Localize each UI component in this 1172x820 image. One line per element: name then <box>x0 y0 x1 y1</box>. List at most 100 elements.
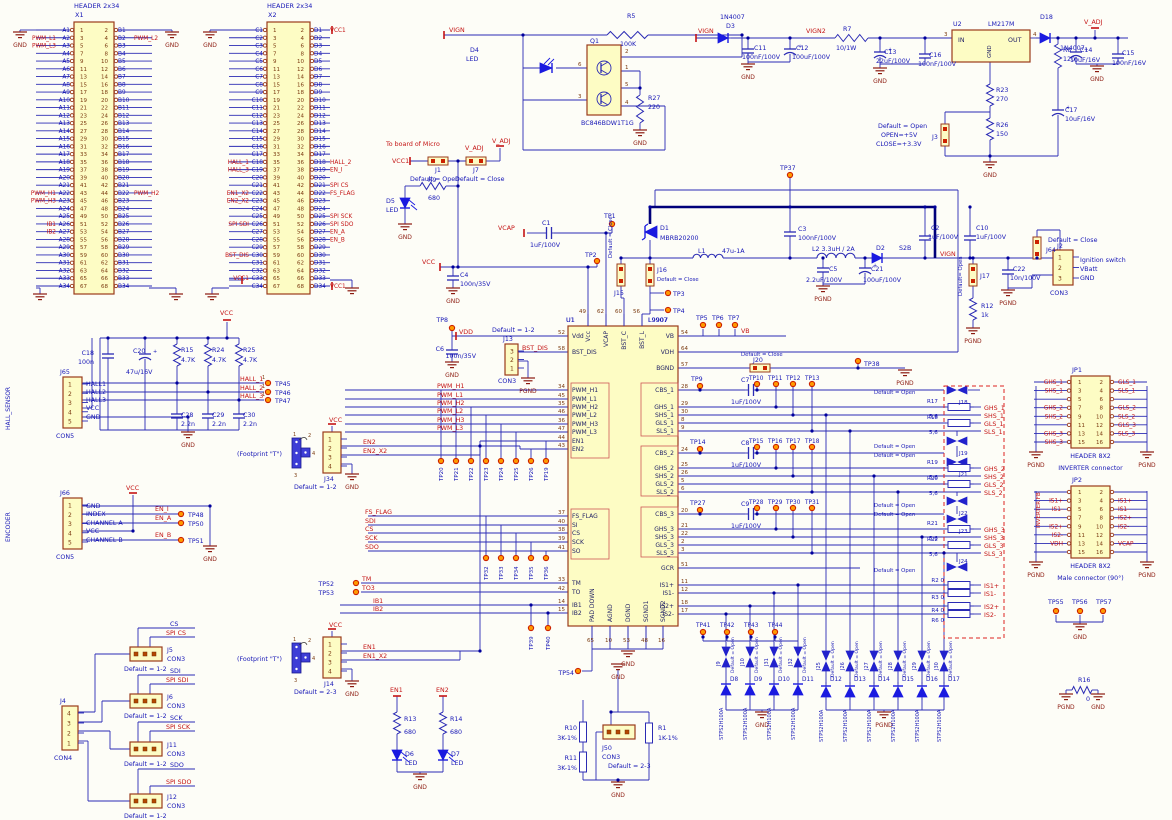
pin-pad <box>1067 550 1070 553</box>
pin-pad <box>263 36 266 39</box>
junction-dot <box>791 474 794 477</box>
label: TP50 <box>187 521 204 528</box>
jumper-bowtie-icon <box>746 658 754 667</box>
junction-dot <box>619 256 622 259</box>
label: J16 <box>656 267 667 274</box>
pin-net-label: A20 <box>59 175 71 181</box>
jumper-pad <box>295 657 297 659</box>
testpoint-icon <box>545 625 550 630</box>
label: R14 <box>450 716 462 723</box>
testpoint-icon <box>665 290 670 295</box>
pin-pad <box>1110 432 1113 435</box>
wire <box>548 59 554 65</box>
label: R22 <box>927 537 938 543</box>
junction-dot <box>788 36 791 39</box>
pin-net-label: C7 <box>255 75 263 81</box>
net-label: GHS_2 <box>1044 406 1063 412</box>
pin-pad <box>70 230 73 233</box>
label: CON3 <box>1050 290 1068 297</box>
gnd-symbol-label: GND <box>13 42 27 49</box>
label: GND <box>86 503 101 510</box>
pin-number: 56 <box>101 237 108 243</box>
label: J26 <box>840 662 846 671</box>
label: TP14 <box>689 439 706 446</box>
jumper-bowtie-icon <box>947 563 956 571</box>
junction-dot <box>872 474 875 477</box>
label: J4 <box>59 698 66 705</box>
label: (Footprint "T") <box>237 656 282 663</box>
testpoint-icon <box>513 458 518 463</box>
pin-number: 14 <box>1096 431 1103 437</box>
pin-name: SHS_1 <box>655 412 674 419</box>
gnd-symbol-label: GND <box>203 556 217 563</box>
pin-number: 62 <box>101 261 108 267</box>
label: SPI SCK <box>166 724 191 731</box>
net-label: IS2+ <box>1118 516 1132 522</box>
label: J17 <box>979 273 990 280</box>
label: 270 <box>996 96 1008 103</box>
pin-number: 17 <box>80 90 87 96</box>
label: R15 <box>181 347 193 354</box>
junction-dot <box>748 604 751 607</box>
pin-number: 11 <box>273 67 280 73</box>
label: D5 <box>386 198 395 205</box>
pin-number: 7 <box>80 51 84 57</box>
junction-dot <box>648 205 651 208</box>
pin-pad <box>263 67 266 70</box>
pin-pad <box>263 121 266 124</box>
pin-pad <box>70 114 73 117</box>
label: TP37 <box>779 165 796 172</box>
pin-number: 20 <box>101 98 108 104</box>
junction-dot <box>456 265 459 268</box>
pin-pad <box>70 98 73 101</box>
net-label: PWM_L3 <box>32 44 56 50</box>
label: V_ADJ <box>492 138 511 145</box>
pin-pad <box>70 52 73 55</box>
pin-pad <box>1110 415 1113 418</box>
gnd-symbol-label: GND <box>413 784 427 791</box>
label: TP8 <box>435 317 448 324</box>
pin-number: 47 <box>80 206 87 212</box>
net-label: PWM_H2 <box>134 191 159 197</box>
label: 100K <box>620 41 637 48</box>
pin-name: PWM_H3 <box>572 421 598 428</box>
label: C15 <box>1122 50 1134 57</box>
label: C20 <box>133 348 145 355</box>
label: EN_A <box>155 515 172 522</box>
pin-number: 51 <box>681 562 688 568</box>
label: CHANNEL B <box>86 537 123 544</box>
label: LED <box>386 207 398 214</box>
label: Default = Open <box>926 641 932 677</box>
label: LM217M <box>988 21 1014 28</box>
label: D12 <box>830 677 842 683</box>
pin-number: 59 <box>80 253 87 259</box>
label: 5,6 <box>929 430 938 436</box>
led-icon <box>392 750 402 760</box>
connector-J2 <box>1053 250 1073 285</box>
wire <box>409 200 415 205</box>
label: TP53 <box>317 590 334 597</box>
testpoint-icon <box>732 322 737 327</box>
label: IS2- <box>984 612 996 619</box>
label: GLS_3 <box>984 543 1004 550</box>
label: 1 <box>262 392 265 398</box>
pin-net-label: A6 <box>62 67 70 73</box>
pin-net-label: B32 <box>118 268 130 274</box>
pin-pad <box>1110 542 1113 545</box>
label: J65 <box>59 369 70 376</box>
label: C13 <box>884 49 896 56</box>
label: D4 <box>470 47 479 54</box>
pin-name: GHS_3 <box>654 526 674 533</box>
pin-number: 6 <box>105 44 109 50</box>
label: VCC1 <box>392 158 409 165</box>
testpoint-icon <box>697 507 702 512</box>
jumper-pad <box>295 463 297 465</box>
label: J18 <box>958 400 968 406</box>
resistor-glyph <box>637 95 644 123</box>
pin-net-label: B21 <box>118 183 130 189</box>
pin-net-label: A33 <box>59 276 71 282</box>
pin-net-label: C22 <box>252 191 264 197</box>
pin-net-label: C13 <box>252 121 264 127</box>
testpoint-icon <box>483 458 488 463</box>
label: ENCODER <box>5 512 12 542</box>
